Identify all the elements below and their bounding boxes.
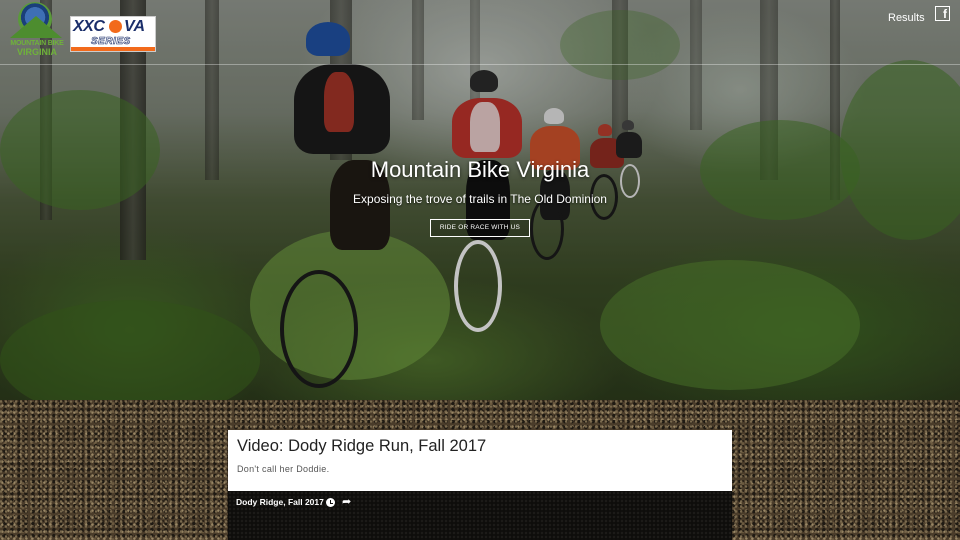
xxcva-series-logo[interactable]: XXC VA SERIES [70, 16, 156, 52]
post-title[interactable]: Video: Dody Ridge Run, Fall 2017 [237, 437, 486, 456]
nav-results-link[interactable]: Results [888, 12, 925, 24]
hero-title: Mountain Bike Virginia [370, 157, 590, 182]
post-card[interactable]: Video: Dody Ridge Run, Fall 2017 Don't c… [228, 430, 732, 491]
mountain-bike-virginia-logo[interactable]: MOUNTAIN BIKE VIRGINIA [6, 2, 66, 57]
hero-subtitle: Exposing the trove of trails in The Old … [353, 192, 607, 206]
video-embed[interactable]: Dody Ridge, Fall 2017 ➦ [228, 491, 732, 540]
clock-icon[interactable] [326, 498, 335, 507]
facebook-icon[interactable]: f [935, 6, 950, 21]
header-divider [0, 64, 960, 65]
post-excerpt: Don't call her Doddie. [237, 464, 330, 474]
video-title[interactable]: Dody Ridge, Fall 2017 [236, 497, 324, 507]
share-icon[interactable]: ➦ [342, 495, 351, 508]
hero-banner: MOUNTAIN BIKE VIRGINIA XXC VA SERIES Res… [0, 0, 960, 400]
ball-icon [109, 20, 122, 33]
ride-or-race-button[interactable]: RIDE OR RACE WITH US [430, 219, 530, 237]
